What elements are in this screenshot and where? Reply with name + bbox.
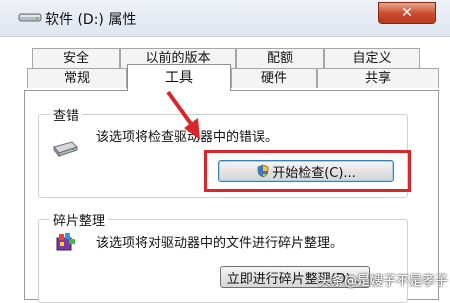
defrag-label: 碎片整理 [50,210,109,229]
error-check-label: 查错 [50,105,83,124]
window-title: 软件 (D:) 属性 [45,12,137,28]
drive-icon [53,141,78,157]
tab-security[interactable]: 安全 [32,48,120,68]
highlight-box [204,150,411,192]
tab-tools[interactable]: 工具 [127,64,231,91]
tab-hardware[interactable]: 硬件 [231,68,317,88]
title-bar[interactable]: 软件 (D:) 属性 ✕ [0,0,450,37]
close-button[interactable]: ✕ [378,2,436,24]
watermark: 头条@是嫂子不是孝子 [318,274,449,289]
drive-icon [18,13,42,22]
tab-quota[interactable]: 配额 [236,48,324,68]
close-icon: ✕ [401,5,413,21]
annotation-arrow-icon [166,90,200,140]
tab-general[interactable]: 常规 [27,68,127,88]
defrag-description: 该选项将对驱动器中的文件进行碎片整理。 [96,236,344,251]
tab-customize[interactable]: 自定义 [324,48,420,68]
properties-window: 软件 (D:) 属性 ✕ 安全 以前的版本 配额 自定义 常规 工具 硬件 共享… [0,0,450,303]
defrag-icon [56,233,75,251]
tab-sharing[interactable]: 共享 [317,68,439,88]
